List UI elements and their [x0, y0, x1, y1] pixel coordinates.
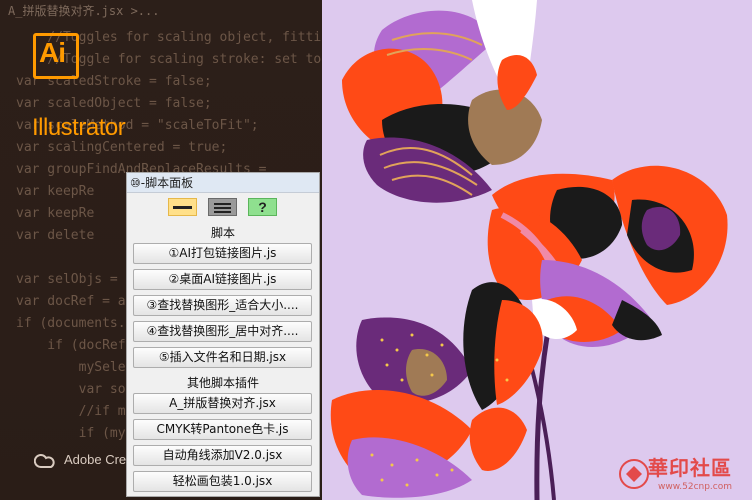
adobe-footer-text: Adobe Cre: [64, 452, 127, 467]
adobe-footer: Adobe Cre: [33, 452, 127, 469]
code-line: if (docRef: [16, 338, 126, 353]
watermark-title: 華印社區: [648, 456, 732, 480]
plugin-button-3[interactable]: 自动角线添加V2.0.jsx: [133, 445, 312, 466]
code-line: var keepRe: [16, 206, 95, 221]
list-icon-line: [214, 211, 231, 213]
artwork-canvas: 華印社區 www.52cnp.com: [322, 0, 752, 500]
code-line: var so: [16, 382, 126, 397]
watermark-url: www.52cnp.com: [658, 482, 733, 492]
plugin-button-2[interactable]: CMYK转Pantone色卡.js: [133, 419, 312, 440]
product-name: Illustrator: [32, 114, 126, 141]
panel-title[interactable]: ⑩-脚本面板: [127, 173, 319, 193]
code-line: var selObjs =: [16, 272, 118, 287]
code-line: var scalingCentered = true;: [16, 140, 228, 155]
code-line: var docRef = a: [16, 294, 126, 309]
plugin-button-4[interactable]: 轻松画包装1.0.jsx: [133, 471, 312, 492]
script-button-3[interactable]: ③查找替换图形_适合大小....: [133, 295, 312, 316]
logo-text: Ai: [39, 37, 66, 68]
code-line: if (documents.: [16, 316, 126, 331]
help-button[interactable]: ?: [248, 198, 277, 216]
minus-icon: [173, 206, 192, 209]
flower-artwork: [330, 0, 728, 500]
minimize-button[interactable]: [168, 198, 197, 216]
script-button-4[interactable]: ④查找替换图形_居中对齐....: [133, 321, 312, 342]
script-panel: ⑩-脚本面板 ? 脚本 ①AI打包链接图片.js ②桌面AI链接图片.js ③查…: [126, 172, 320, 497]
code-line: mySele: [16, 360, 126, 375]
section-scripts-label: 脚本: [210, 226, 235, 240]
script-button-5[interactable]: ⑤插入文件名和日期.jsx: [133, 347, 312, 368]
code-line: if (my: [16, 426, 126, 441]
script-button-2[interactable]: ②桌面AI链接图片.js: [133, 269, 312, 290]
section-plugins-label: 其他脚本插件: [186, 376, 259, 390]
list-icon: [214, 203, 231, 205]
code-line: var delete: [16, 228, 95, 243]
plugin-button-1[interactable]: A_拼版替换对齐.jsx: [133, 393, 312, 414]
script-button-1[interactable]: ①AI打包链接图片.js: [133, 243, 312, 264]
code-line: var scaledObject = false;: [16, 96, 212, 111]
list-icon-line: [214, 207, 231, 209]
editor-file-tab: A_拼版替换对齐.jsx >...: [8, 4, 160, 18]
watermark: 華印社區 www.52cnp.com: [616, 452, 748, 498]
list-button[interactable]: [208, 198, 237, 216]
creative-cloud-icon: [33, 453, 55, 468]
code-line: var keepRe: [16, 184, 95, 199]
code-line: //if m: [16, 404, 126, 419]
illustrator-logo: Ai: [33, 33, 79, 79]
